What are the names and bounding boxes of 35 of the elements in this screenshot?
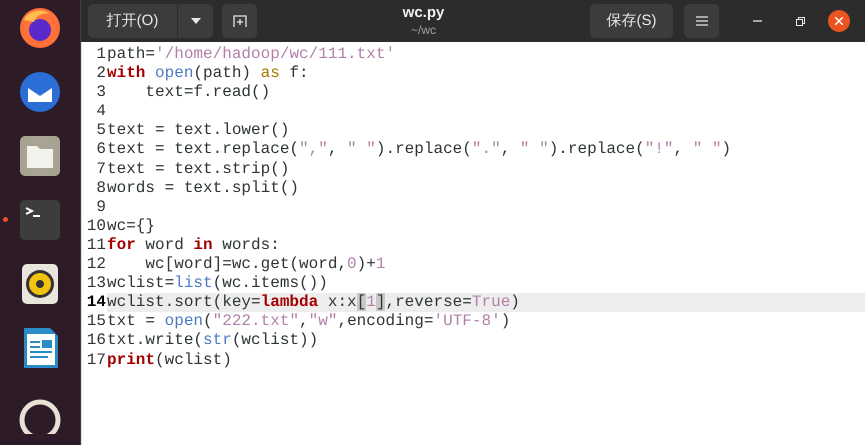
code-line: wclist.sort(key=lambda x:x[1],reverse=True) — [107, 293, 520, 312]
code-line: wclist=list(wc.items()) — [107, 274, 328, 294]
open-button[interactable]: 打开(O) — [88, 4, 178, 38]
open-menu-button[interactable] — [178, 4, 213, 38]
code-line: txt.write(str(wclist)) — [107, 331, 318, 350]
window-subtitle: ~/wc — [410, 22, 436, 38]
restore-icon — [796, 16, 804, 26]
code-line: with open(path) as f: — [107, 64, 309, 84]
new-document-button[interactable] — [222, 4, 257, 38]
code-line: txt = open("222.txt","w",encoding='UTF-8') — [107, 312, 510, 332]
menu-icon — [696, 16, 708, 26]
menu-button[interactable] — [684, 4, 719, 38]
mail-icon[interactable] — [18, 70, 62, 114]
code-line: text = text.replace(",", " ").replace(".", " ").replace("!", " ") — [107, 140, 732, 160]
code-line: wc[word]=wc.get(word,0)+1 — [144, 255, 386, 274]
caret-icon — [190, 18, 200, 24]
save-button[interactable]: 保存(S) — [590, 4, 673, 38]
code-line: wc={} — [107, 216, 156, 236]
terminal-icon[interactable] — [18, 198, 62, 242]
close-icon — [835, 17, 843, 25]
code-line: print(wclist) — [107, 350, 232, 370]
new-tab-icon — [232, 14, 246, 28]
code-line: for word in words: — [107, 236, 280, 256]
code-line: path='/home/hadoop/wc/111.txt' — [107, 45, 396, 64]
running-indicator — [3, 217, 8, 222]
window-title: wc.py — [402, 4, 444, 23]
minimize-icon — [752, 20, 762, 22]
code-line: text=f.read() — [144, 83, 270, 102]
close-button[interactable] — [828, 10, 850, 32]
folder-icon[interactable] — [18, 134, 62, 178]
code-line: text = text.lower() — [107, 121, 290, 140]
code-line: words = text.split() — [107, 178, 300, 198]
line-number: 14 — [82, 293, 107, 312]
code-line: text = text.strip() — [107, 160, 290, 179]
browser-icon[interactable] — [18, 6, 62, 50]
